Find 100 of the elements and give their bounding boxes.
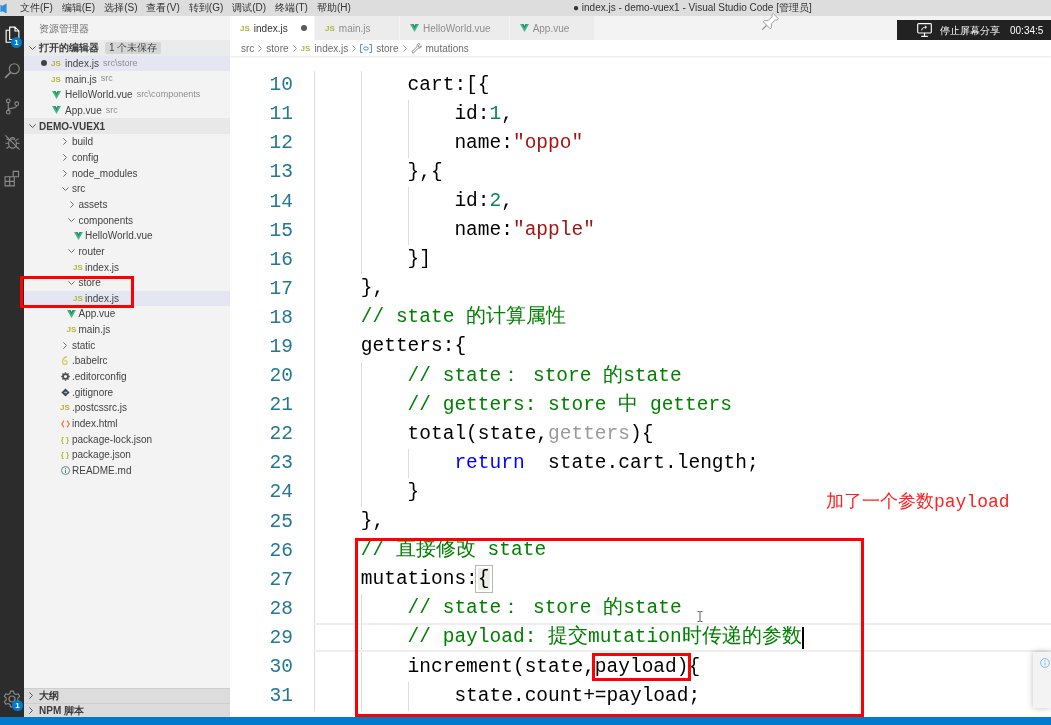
- breadcrumb-item[interactable]: JS index.js: [300, 40, 349, 56]
- breadcrumb-item[interactable]: mutations: [410, 40, 469, 56]
- chevron-right-icon: [352, 44, 357, 52]
- tree-item[interactable]: index.html: [24, 415, 230, 432]
- bug-icon: [3, 133, 21, 151]
- menu-item[interactable]: 文件(F): [20, 2, 53, 14]
- code-line: id:2,: [454, 189, 513, 214]
- code-line: increment(state,payload){: [407, 652, 701, 682]
- gear-icon: [60, 372, 70, 382]
- wrench-icon: [410, 42, 422, 54]
- vue-file-icon: [410, 24, 419, 32]
- share-timer: 00:34:5: [1010, 23, 1044, 38]
- menu-item[interactable]: 选择(S): [104, 2, 138, 14]
- tree-item[interactable]: store: [24, 274, 230, 291]
- tree-item[interactable]: static: [24, 337, 230, 354]
- line-number: 19: [268, 336, 293, 358]
- angle-brackets-icon: [60, 419, 70, 428]
- variable-symbol-icon: [360, 43, 373, 53]
- tree-item[interactable]: JS index.js: [24, 290, 230, 307]
- line-number: 17: [268, 277, 293, 300]
- section-header[interactable]: DEMO-VUEX1: [24, 118, 230, 134]
- diamond-icon: [60, 387, 70, 397]
- tree-item[interactable]: { } package-lock.json: [24, 431, 230, 448]
- settings-gear-icon: [3, 690, 21, 708]
- tree-item[interactable]: assets: [24, 196, 230, 213]
- swirl-icon: [62, 356, 68, 366]
- open-editor-item[interactable]: JS main.js src: [24, 71, 230, 87]
- vue-file-icon: [519, 24, 529, 32]
- menu-item[interactable]: 查看(V): [146, 2, 180, 14]
- tree-item[interactable]: node_modules: [24, 165, 230, 181]
- code-line: // state： store 的state: [407, 363, 682, 389]
- line-number: 10: [268, 74, 293, 97]
- chevron-right-icon: [292, 44, 297, 52]
- manage-button[interactable]: 1: [0, 681, 24, 717]
- tree-item[interactable]: .babelrc: [24, 353, 230, 369]
- tree-item[interactable]: JS index.js: [24, 259, 230, 275]
- unsaved-count-badge: 1 个未保存: [105, 41, 162, 54]
- code-line: // state： store 的state: [407, 596, 682, 622]
- line-number: 15: [268, 219, 293, 242]
- line-number: 23: [268, 452, 293, 475]
- tree-item[interactable]: build: [24, 133, 230, 150]
- line-number: 18: [268, 306, 293, 329]
- app-logo-icon: [0, 2, 7, 14]
- open-editor-item[interactable]: App.vue src: [24, 102, 230, 119]
- i-beam-cursor-icon: [697, 611, 703, 622]
- monitor-share-icon: [917, 23, 932, 37]
- vue-file-icon: [73, 231, 83, 240]
- code-line: }]: [407, 247, 431, 273]
- line-number: 12: [268, 132, 293, 155]
- code-line: name:"oppo": [454, 130, 584, 156]
- code-line: }: [407, 479, 420, 505]
- line-number: 26: [268, 539, 293, 562]
- breadcrumb-item[interactable]: store: [360, 40, 399, 56]
- code-line: },: [360, 509, 385, 535]
- breadcrumb-item[interactable]: store: [266, 40, 289, 56]
- menu-item[interactable]: 转到(G): [188, 2, 224, 14]
- tree-item[interactable]: components: [24, 212, 230, 228]
- annotation-text: 加了一个参数payload: [826, 491, 1010, 513]
- tree-item[interactable]: JS .postcssrc.js: [24, 400, 230, 416]
- section-header[interactable]: 打开的编辑器 1 个未保存: [24, 40, 230, 56]
- open-editor-item[interactable]: HelloWorld.vue src\components: [24, 86, 230, 103]
- js-file-icon: JS: [73, 262, 83, 272]
- tree-item[interactable]: config: [24, 149, 230, 166]
- line-number: 21: [268, 394, 293, 417]
- menu-item[interactable]: 终端(T): [275, 2, 308, 14]
- tree-item[interactable]: JS main.js: [24, 321, 230, 338]
- breadcrumb-item[interactable]: src: [241, 40, 255, 56]
- menu-item[interactable]: 帮助(H): [316, 2, 351, 14]
- tree-item[interactable]: .editorconfig: [24, 368, 230, 385]
- js-file-icon: JS: [51, 59, 61, 68]
- braces-icon: { }: [60, 434, 70, 444]
- files-icon: [3, 25, 21, 43]
- vue-file-icon: [67, 310, 76, 318]
- js-file-icon: JS: [240, 23, 250, 33]
- line-number: 25: [268, 510, 293, 533]
- menu-item[interactable]: 编辑(E): [61, 2, 96, 14]
- braces-icon: { }: [60, 450, 70, 460]
- code-line: cart:[{: [407, 72, 490, 98]
- chevron-right-icon: [258, 44, 263, 52]
- code-line: state.count+=payload;: [454, 683, 701, 709]
- tree-item[interactable]: router: [24, 243, 230, 260]
- activity-bar-button[interactable]: 1: [0, 16, 24, 52]
- stop-sharing-button[interactable]: 停止屏幕分享: [917, 22, 1000, 38]
- editor-tab[interactable]: JS index.js: [230, 16, 315, 40]
- text-caret: [801, 626, 804, 649]
- menu-item[interactable]: 调试(D): [232, 2, 267, 14]
- code-line: },: [360, 276, 385, 302]
- tree-item[interactable]: { } package.json: [24, 447, 230, 463]
- tree-item[interactable]: .gitignore: [24, 384, 230, 401]
- js-file-icon: JS: [73, 293, 83, 303]
- tree-item[interactable]: App.vue: [24, 306, 230, 322]
- line-number: 28: [268, 597, 293, 620]
- section-header[interactable]: 大纲: [24, 688, 230, 703]
- tree-item[interactable]: src: [24, 180, 230, 197]
- tree-item[interactable]: HelloWorld.vue: [24, 227, 230, 244]
- js-file-icon: JS: [325, 23, 335, 33]
- branch-icon: [3, 97, 21, 115]
- tree-item[interactable]: README.md: [24, 462, 230, 479]
- info-icon: [1040, 658, 1050, 668]
- line-number: 11: [268, 103, 293, 126]
